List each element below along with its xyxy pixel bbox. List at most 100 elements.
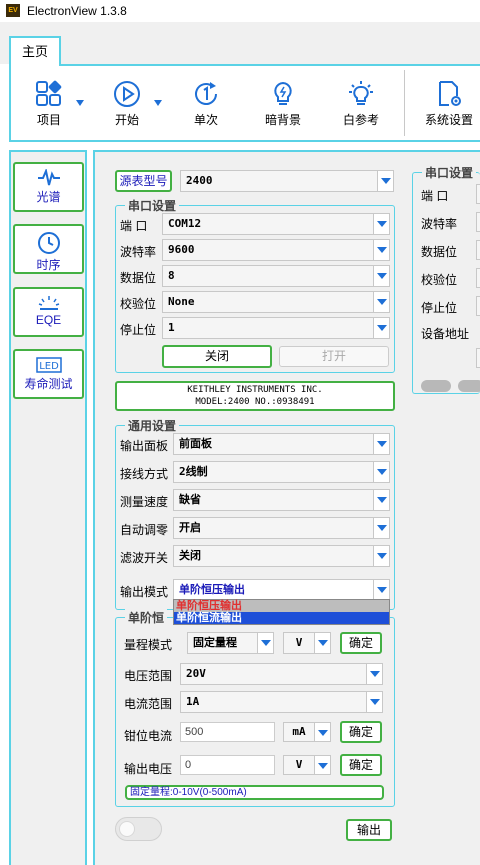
start-dropdown-caret-icon[interactable] <box>154 100 162 106</box>
output-toggle-switch[interactable] <box>115 817 162 841</box>
chevron-down-icon <box>257 633 273 653</box>
filter-select[interactable]: 关闭 <box>173 545 390 567</box>
right-baud-label: 波特率 <box>421 217 458 231</box>
databits-select[interactable]: 8 <box>162 265 390 287</box>
wiring-select[interactable]: 2线制 <box>173 461 390 483</box>
speed-select[interactable]: 缺省 <box>173 489 390 511</box>
start-label: 开始 <box>114 113 139 127</box>
led-icon: LED <box>35 357 62 373</box>
chevron-down-icon <box>373 580 389 600</box>
voltage-range-label: 电压范围 <box>124 669 173 683</box>
white-reference-button[interactable]: 白参考 <box>331 80 391 132</box>
chevron-down-icon <box>373 240 389 260</box>
stopbits-label: 停止位 <box>120 323 157 337</box>
nav-timing-button[interactable]: 时序 <box>13 224 84 274</box>
output-voltage-input[interactable]: 0 <box>180 755 275 775</box>
speed-label: 测量速度 <box>120 495 169 509</box>
output-panel-select[interactable]: 前面板 <box>173 433 390 455</box>
doc-gear-icon <box>439 81 461 106</box>
right-toggle-2[interactable] <box>458 380 480 392</box>
range-mode-label: 量程模式 <box>124 638 173 652</box>
right-parity-label: 校验位 <box>421 273 458 287</box>
output-mode-option[interactable]: 单阶恒压输出 <box>174 600 389 612</box>
instrument-id-line1: KEITHLEY INSTRUMENTS INC. <box>187 385 323 395</box>
right-serial-title: 串口设置 <box>422 164 477 181</box>
clock-icon <box>37 232 60 254</box>
right-databits-label: 数据位 <box>421 245 458 259</box>
nav-eqe-label: EQE <box>35 313 62 327</box>
source-model-select[interactable]: 2400 <box>180 170 394 192</box>
clamp-confirm-button[interactable]: 确定 <box>340 721 382 743</box>
output-mode-option[interactable]: 单阶恒流输出 <box>174 612 389 624</box>
output-mode-value: 单阶恒压输出 <box>179 583 245 596</box>
project-dropdown-caret-icon[interactable] <box>76 100 84 106</box>
single-run-button[interactable]: 单次 <box>176 80 236 132</box>
instrument-id-line2: MODEL:2400 NO.:0938491 <box>195 397 315 407</box>
chevron-down-icon <box>314 756 330 774</box>
baud-value: 9600 <box>168 243 195 256</box>
system-settings-button[interactable]: 系统设置 <box>419 80 479 132</box>
chevron-down-icon <box>366 692 382 712</box>
range-unit-select[interactable]: V <box>283 632 331 654</box>
baud-select[interactable]: 9600 <box>162 239 390 261</box>
output-mode-select[interactable]: 单阶恒压输出 <box>173 579 390 601</box>
databits-value: 8 <box>168 269 175 282</box>
right-port-select[interactable] <box>476 184 480 204</box>
bulb-on-icon <box>349 81 373 105</box>
nav-eqe-button[interactable]: EQE <box>13 287 84 337</box>
tab-home[interactable]: 主页 <box>9 36 61 66</box>
stopbits-select[interactable]: 1 <box>162 317 390 339</box>
right-port-label: 端 口 <box>421 189 449 203</box>
svg-text:LED: LED <box>39 361 59 372</box>
right-databits-select[interactable] <box>476 240 480 260</box>
right-parity-select[interactable] <box>476 268 480 288</box>
chevron-down-icon <box>373 518 389 538</box>
autozero-select[interactable]: 开启 <box>173 517 390 539</box>
dark-background-button[interactable]: 暗背景 <box>253 80 313 132</box>
clamp-unit-select[interactable]: mA <box>283 722 331 742</box>
output-button[interactable]: 输出 <box>346 819 392 841</box>
chevron-down-icon <box>373 490 389 510</box>
right-extra-field[interactable] <box>476 348 480 368</box>
port-select[interactable]: COM12 <box>162 213 390 235</box>
output-voltage-label: 输出电压 <box>124 762 173 776</box>
open-port-button[interactable]: 打开 <box>279 346 389 367</box>
output-voltage-unit-select[interactable]: V <box>283 755 331 775</box>
chevron-down-icon <box>373 266 389 286</box>
nav-spectrum-button[interactable]: 光谱 <box>13 162 84 212</box>
current-range-select[interactable]: 1A <box>180 691 383 713</box>
voltage-range-select[interactable]: 20V <box>180 663 383 685</box>
right-baud-select[interactable] <box>476 212 480 232</box>
parity-select[interactable]: None <box>162 291 390 313</box>
port-value: COM12 <box>168 217 202 230</box>
output-panel-value: 前面板 <box>179 437 212 450</box>
autozero-label: 自动调零 <box>120 523 169 537</box>
source-model-value: 2400 <box>186 174 213 187</box>
chevron-down-icon <box>377 171 393 191</box>
chevron-down-icon <box>373 292 389 312</box>
nav-timing-label: 时序 <box>36 258 61 272</box>
filter-value: 关闭 <box>179 549 201 562</box>
close-port-button[interactable]: 关闭 <box>162 345 272 368</box>
clamp-current-input[interactable]: 500 <box>180 722 275 742</box>
tab-strip <box>0 22 480 64</box>
dark-background-label: 暗背景 <box>264 113 301 127</box>
range-unit-value: V <box>295 636 303 649</box>
chevron-down-icon <box>373 462 389 482</box>
window-title: ElectronView 1.3.8 <box>27 4 127 18</box>
app-logo-icon: EV <box>6 4 20 17</box>
ribbon-divider <box>404 70 405 136</box>
play-circle-icon <box>114 81 140 107</box>
right-toggle-1[interactable] <box>421 380 451 392</box>
right-stopbits-label: 停止位 <box>421 301 458 315</box>
start-button[interactable]: 开始 <box>97 80 157 132</box>
nav-lifetime-button[interactable]: LED 寿命测试 <box>13 349 84 399</box>
project-button[interactable]: 项目 <box>19 80 79 132</box>
chevron-down-icon <box>366 664 382 684</box>
range-mode-select[interactable]: 固定量程 <box>187 632 274 654</box>
single-run-label: 单次 <box>193 113 218 127</box>
output-voltage-confirm-button[interactable]: 确定 <box>340 754 382 776</box>
range-confirm-button[interactable]: 确定 <box>340 632 382 654</box>
right-stopbits-select[interactable] <box>476 296 480 316</box>
step-settings-title: 单阶恒 <box>125 609 168 626</box>
